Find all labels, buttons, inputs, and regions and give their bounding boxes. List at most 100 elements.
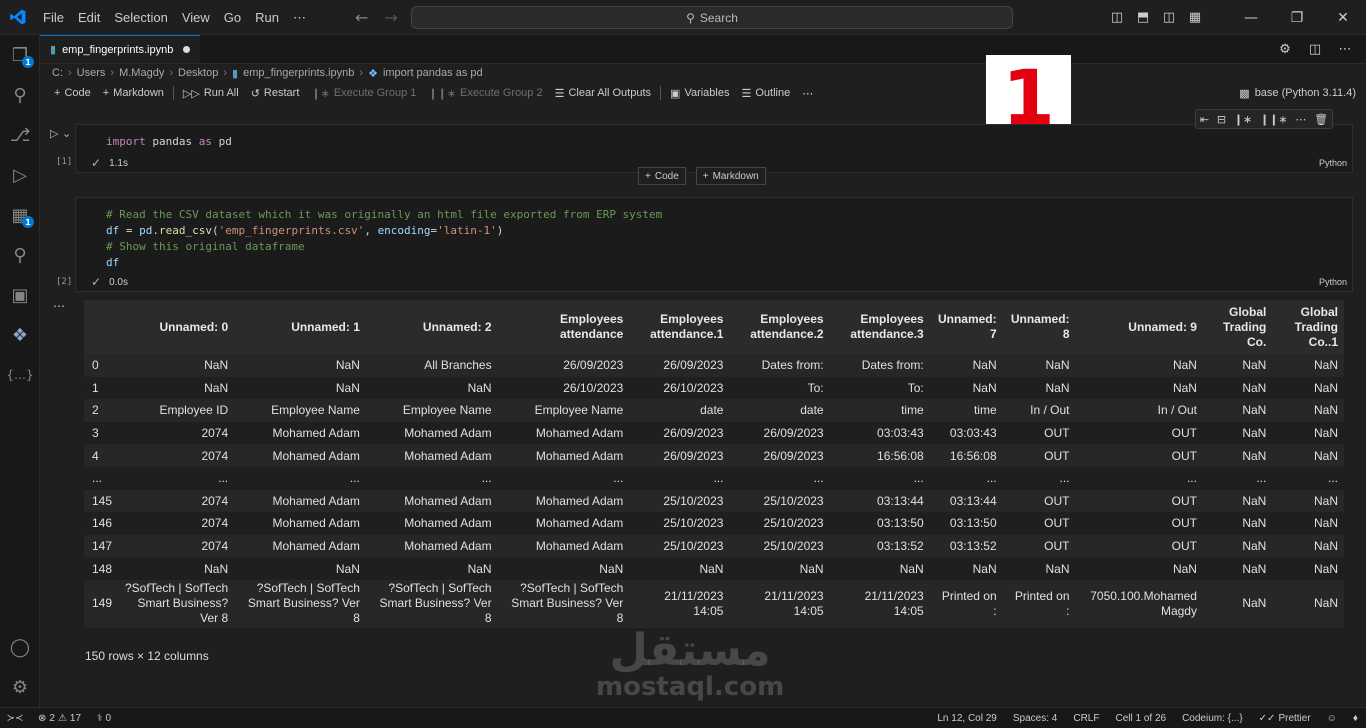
- remote-explorer-icon[interactable]: ▣: [0, 275, 40, 315]
- run-debug-icon[interactable]: ▷: [0, 155, 40, 195]
- table-cell: Employee ID: [118, 399, 235, 422]
- table-cell: ...: [829, 466, 930, 490]
- minimize-button[interactable]: —: [1228, 0, 1274, 35]
- close-button[interactable]: ✕: [1320, 0, 1366, 35]
- add-code-cell-button[interactable]: + Code: [48, 82, 97, 104]
- table-cell: NaN: [1272, 376, 1344, 400]
- variables-button[interactable]: ▣ Variables: [664, 82, 735, 104]
- watermark-arabic: مستقل: [609, 625, 771, 676]
- ports-status[interactable]: ⚕ 0: [89, 713, 119, 724]
- prettier-status[interactable]: ✓✓ Prettier: [1251, 713, 1319, 724]
- menu-selection[interactable]: Selection: [107, 0, 174, 35]
- tab-actions: ⚙ ◫ ⋯: [1272, 35, 1366, 63]
- extensions-icon[interactable]: ▦ 1: [0, 195, 40, 235]
- insert-code-button[interactable]: + Code: [638, 167, 686, 185]
- cell-indicator[interactable]: Cell 1 of 26: [1107, 713, 1174, 724]
- toolbar-more-button[interactable]: ⋯: [796, 82, 819, 104]
- split-cell-icon[interactable]: ⊟: [1217, 113, 1226, 126]
- table-cell: time: [829, 399, 930, 422]
- cell-1-language[interactable]: Python: [1319, 158, 1347, 168]
- breadcrumb-desktop[interactable]: Desktop: [178, 67, 218, 79]
- table-cell: 03:03:43: [829, 421, 930, 445]
- split-editor-icon[interactable]: ◫: [1302, 35, 1328, 63]
- add-markdown-cell-button[interactable]: + Markdown: [97, 82, 170, 104]
- breadcrumb-file[interactable]: emp_fingerprints.ipynb: [243, 67, 354, 79]
- code-string: 'latin-1': [437, 224, 497, 237]
- manage-gear-icon[interactable]: ⚙: [0, 667, 40, 707]
- row-index: 145: [84, 489, 119, 513]
- insert-markdown-button[interactable]: + Markdown: [695, 167, 766, 185]
- clear-all-outputs-button[interactable]: ☰ Clear All Outputs: [549, 82, 657, 104]
- activity-bottom: ◯ ⚙: [0, 627, 40, 707]
- source-control-icon[interactable]: ⎇: [0, 115, 40, 155]
- table-cell: OUT: [1075, 421, 1203, 445]
- plus-icon: +: [102, 87, 110, 99]
- delete-cell-icon[interactable]: 🗑: [1314, 113, 1328, 126]
- explorer-icon[interactable]: ❐ 1: [0, 35, 40, 75]
- forward-arrow-icon[interactable]: →: [376, 8, 405, 27]
- execute-group-1-button[interactable]: ❙∗ Execute Group 1: [305, 82, 422, 104]
- cell-more-icon[interactable]: ⋯: [1295, 113, 1306, 126]
- column-header: Unnamed: 0: [118, 300, 235, 354]
- table-cell: Mohamed Adam: [234, 489, 366, 513]
- outline-button[interactable]: ☰ Outline: [735, 82, 796, 104]
- more-actions-icon[interactable]: ⋯: [1332, 35, 1358, 63]
- table-cell: NaN: [1075, 354, 1203, 377]
- testing-flask-icon[interactable]: ⚲: [0, 235, 40, 275]
- accounts-icon[interactable]: ◯: [0, 627, 40, 667]
- search-view-icon[interactable]: ⚲: [0, 75, 40, 115]
- toggle-panel-icon[interactable]: ⬒: [1130, 0, 1156, 35]
- cell-1-code[interactable]: import pandas as pd: [76, 125, 1352, 150]
- output-actions-icon[interactable]: ⋯: [53, 299, 65, 313]
- table-cell: Employee Name: [497, 399, 630, 422]
- menu-more[interactable]: ⋯: [286, 0, 313, 35]
- feedback-icon[interactable]: ☺: [1319, 713, 1345, 724]
- execute-above-icon[interactable]: ⇤: [1200, 113, 1209, 126]
- command-search-box[interactable]: ⚲ Search: [411, 6, 1013, 29]
- clear-outputs-icon: ☰: [554, 87, 565, 100]
- menu-view[interactable]: View: [175, 0, 217, 35]
- tab-emp-fingerprints[interactable]: ▮ emp_fingerprints.ipynb: [40, 35, 200, 63]
- toggle-primary-sidebar-icon[interactable]: ◫: [1104, 0, 1130, 35]
- unsaved-dot-icon[interactable]: [183, 46, 190, 53]
- table-cell: NaN: [1202, 376, 1273, 400]
- kernel-picker[interactable]: ▩ base (Python 3.11.4): [1239, 82, 1356, 104]
- restore-button[interactable]: ❐: [1274, 0, 1320, 35]
- end-of-line[interactable]: CRLF: [1065, 713, 1107, 724]
- indentation[interactable]: Spaces: 4: [1005, 713, 1065, 724]
- code-cell-1[interactable]: import pandas as pd ✓ 1.1s Python: [75, 124, 1353, 173]
- problems-status[interactable]: ⊗ 2 ⚠ 17: [30, 713, 89, 724]
- code-cell-2[interactable]: # Read the CSV dataset which it was orig…: [75, 197, 1353, 292]
- breadcrumb-cell[interactable]: import pandas as pd: [383, 67, 483, 79]
- cell-2-language[interactable]: Python: [1319, 277, 1347, 287]
- toggle-secondary-sidebar-icon[interactable]: ◫: [1156, 0, 1182, 35]
- menu-go[interactable]: Go: [217, 0, 248, 35]
- breadcrumb-drive[interactable]: C:: [52, 67, 63, 79]
- codeium-status[interactable]: Codeium: {...}: [1174, 713, 1251, 724]
- breadcrumb-user[interactable]: M.Magdy: [119, 67, 164, 79]
- back-arrow-icon[interactable]: ←: [347, 8, 376, 27]
- table-cell: Employee Name: [234, 399, 366, 422]
- menu-edit[interactable]: Edit: [71, 0, 107, 35]
- status-right: Ln 12, Col 29 Spaces: 4 CRLF Cell 1 of 2…: [929, 713, 1366, 724]
- remote-icon[interactable]: ≻≺: [0, 708, 30, 728]
- run-group-icon[interactable]: ❙❙∗: [1260, 113, 1288, 126]
- run-all-button[interactable]: ▷▷ Run All: [177, 82, 245, 104]
- customize-layout-icon[interactable]: ▦: [1182, 0, 1208, 35]
- execute-group-2-button[interactable]: ❙❙∗ Execute Group 2: [422, 82, 548, 104]
- settings-gear-icon[interactable]: ⚙: [1272, 35, 1298, 63]
- python-icon[interactable]: ❖: [0, 315, 40, 355]
- run-cell-button[interactable]: ▷ ⌄: [50, 127, 71, 140]
- table-cell: Mohamed Adam: [234, 444, 366, 467]
- breadcrumb-users[interactable]: Users: [77, 67, 106, 79]
- notifications-bell-icon[interactable]: ♦: [1345, 713, 1366, 724]
- cursor-position[interactable]: Ln 12, Col 29: [929, 713, 1005, 724]
- menu-file[interactable]: File: [36, 0, 71, 35]
- menu-run[interactable]: Run: [248, 0, 286, 35]
- table-cell: NaN: [1075, 557, 1203, 580]
- json-braces-icon[interactable]: {…}: [0, 355, 40, 395]
- restart-button[interactable]: ↺ Restart: [245, 82, 306, 104]
- cell-2-code[interactable]: # Read the CSV dataset which it was orig…: [76, 198, 1352, 271]
- run-by-line-icon[interactable]: ❙∗: [1234, 113, 1252, 126]
- table-cell: ...: [629, 466, 730, 490]
